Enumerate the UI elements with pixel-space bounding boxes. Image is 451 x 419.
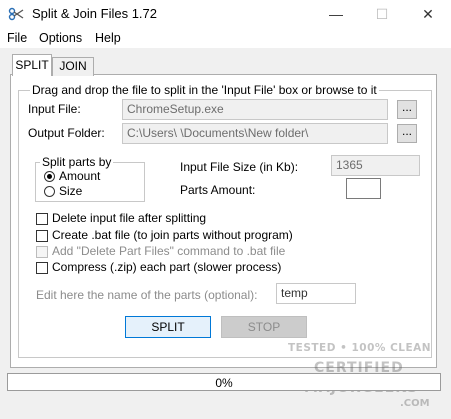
parts-name-label: Edit here the name of the parts (optiona…: [36, 288, 258, 302]
input-size-field: 1365: [331, 155, 420, 176]
browse-output-button[interactable]: ...: [397, 124, 417, 143]
browse-input-button[interactable]: ...: [397, 100, 417, 119]
menu-help[interactable]: Help: [95, 31, 121, 45]
parts-name-field[interactable]: temp: [276, 283, 356, 304]
compress-checkbox[interactable]: [36, 262, 48, 274]
input-file-field[interactable]: ChromeSetup.exe: [122, 99, 388, 120]
input-file-label: Input File:: [28, 102, 81, 116]
split-button[interactable]: SPLIT: [125, 316, 211, 338]
progress-text: 0%: [215, 376, 233, 390]
delete-parts-command-label: Add "Delete Part Files" command to .bat …: [52, 244, 286, 258]
minimize-button[interactable]: —: [313, 0, 359, 28]
delete-input-checkbox[interactable]: [36, 213, 48, 225]
output-folder-field[interactable]: C:\Users\ \Documents\New folder\: [122, 123, 388, 144]
amount-radio-label: Amount: [59, 169, 101, 183]
progress-bar: 0%: [7, 373, 441, 391]
drag-drop-instruction: Drag and drop the file to split in the '…: [30, 83, 379, 97]
maximize-button[interactable]: ☐: [359, 0, 405, 28]
watermark-line1: TESTED • 100% CLEAN: [288, 342, 432, 354]
tab-split[interactable]: SPLIT: [12, 54, 52, 76]
close-button[interactable]: ✕: [405, 0, 451, 28]
delete-input-label: Delete input file after splitting: [52, 211, 207, 225]
input-size-label: Input File Size (in Kb):: [180, 160, 299, 174]
stop-button: STOP: [221, 316, 307, 338]
delete-parts-command-checkbox: [36, 246, 48, 258]
watermark-line4: .COM: [400, 398, 430, 409]
scissors-icon: [8, 7, 24, 21]
window-title: Split & Join Files 1.72: [32, 6, 158, 21]
menu-file[interactable]: File: [7, 31, 27, 45]
size-radio-label: Size: [59, 184, 83, 198]
compress-label: Compress (.zip) each part (slower proces…: [52, 260, 282, 274]
size-radio[interactable]: [44, 186, 55, 197]
amount-radio[interactable]: [44, 171, 55, 182]
split-by-label: Split parts by: [40, 155, 114, 169]
menu-options[interactable]: Options: [39, 31, 82, 45]
parts-amount-label: Parts Amount:: [180, 183, 256, 197]
parts-amount-field[interactable]: [346, 178, 381, 199]
create-bat-checkbox[interactable]: [36, 230, 48, 242]
output-folder-label: Output Folder:: [28, 126, 105, 140]
create-bat-label: Create .bat file (to join parts without …: [52, 228, 293, 242]
tab-join[interactable]: JOIN: [52, 57, 94, 76]
